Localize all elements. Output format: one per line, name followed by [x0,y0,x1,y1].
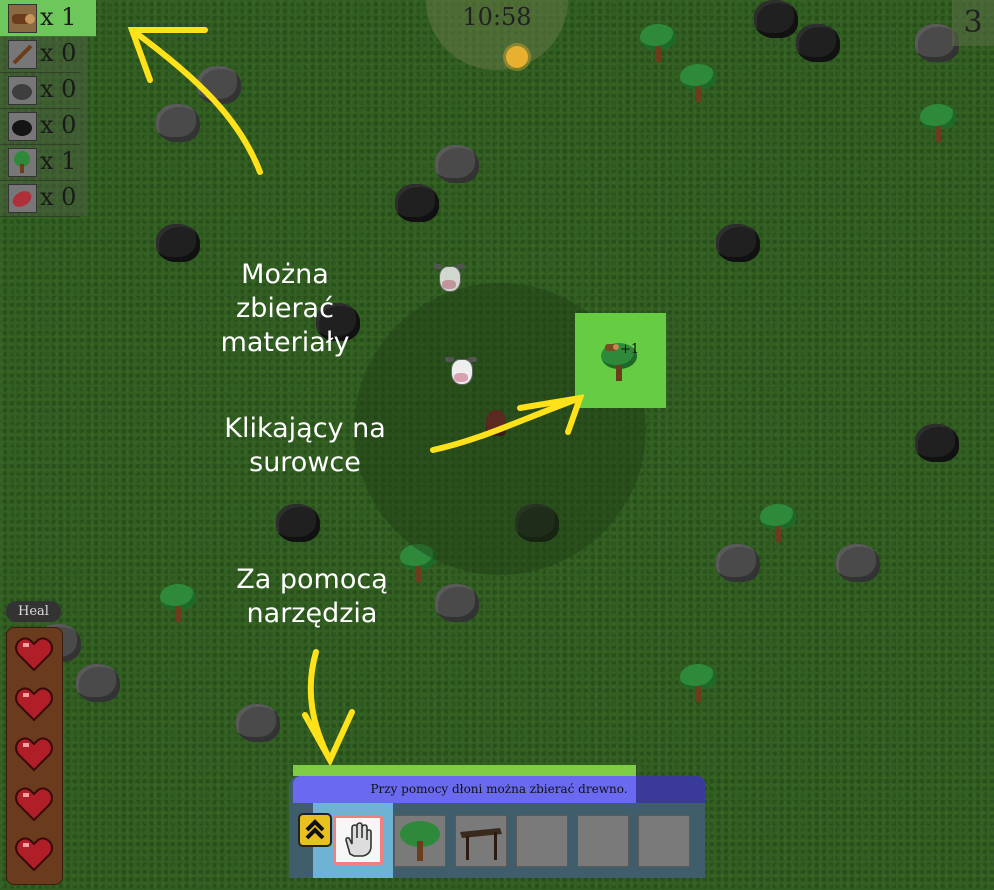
heart-icon [15,687,53,722]
hotbar-slot-empty[interactable] [516,815,568,867]
tree-sapling-icon [8,148,37,177]
tooltip-progress-strip [293,765,636,776]
heart-icon [15,837,53,872]
tree[interactable] [920,104,956,144]
resource-count: x 0 [40,111,77,139]
selected-tree-tile[interactable]: +1 [575,313,666,408]
heal-button[interactable]: Heal [6,601,61,622]
expand-hotbar-button[interactable] [298,813,332,847]
hotbar-slot-tree[interactable] [394,815,446,867]
shelter-icon [460,828,502,860]
double-chevron-up-icon [305,819,325,840]
tree-icon [400,821,440,861]
wood-log-icon [605,344,619,351]
annotation-tool: Za pomocą narzędzia [212,563,412,631]
tree[interactable] [680,664,716,704]
annotation-line: narzędzia [246,598,378,629]
resource-count: x 0 [40,183,77,211]
rock[interactable] [156,104,200,142]
rock[interactable] [197,66,241,104]
clock-time: 10:58 [462,3,532,31]
stone-icon [8,76,37,105]
annotation-line: Za pomocą [236,564,388,595]
resource-row-sapling[interactable]: x 1 [0,144,80,181]
coal-rock[interactable] [156,224,200,262]
rock[interactable] [836,544,880,582]
heart-icon [15,737,53,772]
coal-rock[interactable] [754,0,798,38]
hotbar-slot-hand[interactable] [333,815,383,865]
health-bar [6,627,63,885]
rock[interactable] [435,145,479,183]
hand-icon [345,822,372,857]
resource-count: x 1 [40,3,77,31]
day-counter: 3 [952,0,994,46]
rock[interactable] [236,704,280,742]
resource-count: x 1 [40,147,77,175]
resource-gain-popup: +1 [620,342,640,357]
sun-icon [506,46,528,68]
tree[interactable] [680,64,716,104]
coal-icon [8,112,37,141]
rock[interactable] [716,544,760,582]
annotation-line: Można zbierać [236,259,334,324]
resource-row-stone[interactable]: x 0 [0,72,80,109]
wood-log-icon [8,4,37,33]
annotation-line: Klikający na [224,413,386,444]
resource-row-wood[interactable]: x 1 [0,0,96,37]
resource-row-coal[interactable]: x 0 [0,108,80,145]
coal-rock[interactable] [276,504,320,542]
coal-rock[interactable] [915,424,959,462]
tree[interactable] [760,504,796,544]
resource-count: x 0 [40,39,77,67]
heart-icon [15,637,53,672]
resource-row-stick[interactable]: x 0 [0,36,80,73]
cow[interactable] [444,355,478,385]
resource-row-meat[interactable]: x 0 [0,180,80,217]
annotation-line: surowce [249,447,361,478]
heart-icon [15,787,53,822]
rock[interactable] [76,664,120,702]
stick-icon [8,40,37,69]
raw-meat-icon [8,184,37,213]
tree[interactable] [160,584,196,624]
tooltip-edge [636,776,705,803]
rock[interactable] [435,584,479,622]
annotation-line: materiały [220,327,350,358]
coal-rock[interactable] [796,24,840,62]
hotbar-slot-empty[interactable] [577,815,629,867]
coal-rock[interactable] [395,184,439,222]
cow[interactable] [432,262,466,292]
hotbar-slot-empty[interactable] [638,815,690,867]
hotbar-slot-shelter[interactable] [455,815,507,867]
tree[interactable] [640,24,676,64]
resource-count: x 0 [40,75,77,103]
annotation-click: Klikający na surowce [205,412,405,480]
coal-rock[interactable] [716,224,760,262]
annotation-collect: Można zbierać materiały [190,258,380,360]
player-character [486,410,506,436]
